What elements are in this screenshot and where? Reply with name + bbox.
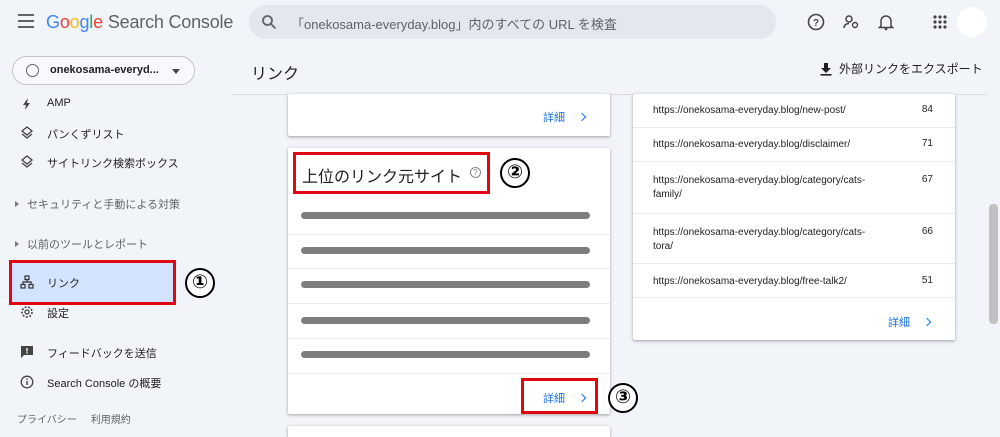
redacted-site-row[interactable] bbox=[301, 281, 590, 288]
table-row[interactable]: https://onekosama-everyday.blog/disclaim… bbox=[633, 128, 955, 162]
redacted-site-row[interactable] bbox=[301, 351, 590, 358]
link-count: 67 bbox=[921, 174, 933, 185]
property-name: onekosama-everyd... bbox=[50, 64, 159, 76]
info-icon bbox=[20, 375, 34, 389]
top-linked-pages-card-partial: 詳細 bbox=[288, 94, 610, 136]
sidebar-section-security[interactable]: セキュリティと手動による対策 bbox=[15, 196, 180, 212]
sidebar-item-label: Search Console の概要 bbox=[47, 378, 162, 390]
help-icon[interactable]: ? bbox=[806, 12, 826, 32]
page-title: リンク bbox=[251, 66, 300, 83]
annotation-number-3: ③ bbox=[608, 383, 638, 413]
dropdown-caret-icon bbox=[172, 69, 180, 74]
sidebar-item-settings[interactable]: 設定 bbox=[0, 298, 230, 326]
table-row[interactable]: https://onekosama-everyday.blog/category… bbox=[633, 214, 955, 264]
bolt-icon bbox=[23, 98, 30, 110]
page-scrollbar[interactable] bbox=[987, 94, 1000, 437]
account-avatar[interactable] bbox=[957, 7, 987, 37]
sidebar-item-label: AMP bbox=[47, 97, 71, 109]
row-divider bbox=[288, 338, 610, 339]
redacted-site-row[interactable] bbox=[301, 247, 590, 254]
sidebar-item-label: フィードバックを送信 bbox=[47, 348, 157, 360]
gear-icon bbox=[21, 306, 33, 318]
sidebar-item-about[interactable]: Search Console の概要 bbox=[0, 368, 230, 396]
page-url: https://onekosama-everyday.blog/free-tal… bbox=[653, 276, 847, 287]
top-linked-pages-card: https://onekosama-everyday.blog/new-post… bbox=[633, 94, 955, 340]
globe-icon bbox=[26, 64, 39, 77]
chevron-right-icon bbox=[922, 317, 932, 327]
notifications-icon[interactable] bbox=[876, 12, 896, 32]
sidebar-item-label: パンくずリスト bbox=[47, 129, 125, 141]
property-selector[interactable]: onekosama-everyd... bbox=[12, 56, 195, 85]
diamond-layers-icon bbox=[20, 155, 34, 168]
highlight-title-box bbox=[293, 152, 490, 194]
top-app-bar: Google Search Console 「onekosama-everyday… bbox=[0, 0, 1000, 44]
privacy-link[interactable]: プライバシー bbox=[17, 415, 77, 426]
highlight-details-box bbox=[521, 378, 598, 414]
table-row[interactable]: https://onekosama-everyday.blog/new-post… bbox=[633, 94, 955, 128]
sidebar-section-legacy-tools[interactable]: 以前のツールとレポート bbox=[15, 236, 148, 252]
link-count: 84 bbox=[921, 104, 933, 115]
row-divider bbox=[288, 268, 610, 269]
svg-text:?: ? bbox=[813, 18, 819, 29]
next-card-partial bbox=[288, 426, 610, 437]
table-row[interactable]: https://onekosama-everyday.blog/category… bbox=[633, 162, 955, 212]
download-icon bbox=[820, 63, 832, 76]
apps-grid-icon[interactable] bbox=[930, 12, 950, 32]
sidebar-item-sitelinks-searchbox[interactable]: サイトリンク検索ボックス bbox=[0, 148, 230, 176]
footer-links: プライバシー 利用規約 bbox=[17, 411, 145, 426]
expand-arrow-icon bbox=[15, 241, 19, 247]
sidebar-item-feedback[interactable]: フィードバックを送信 bbox=[0, 338, 230, 366]
row-divider bbox=[288, 373, 610, 374]
sidebar-item-label: 設定 bbox=[47, 308, 69, 320]
sidebar-item-amp[interactable]: AMP bbox=[0, 90, 230, 118]
feedback-icon bbox=[21, 346, 33, 358]
export-external-links-button[interactable]: 外部リンクをエクスポート bbox=[819, 60, 983, 77]
link-count: 51 bbox=[921, 275, 933, 286]
details-link[interactable]: 詳細 bbox=[888, 314, 932, 330]
table-row[interactable]: https://onekosama-everyday.blog/free-tal… bbox=[633, 264, 955, 298]
link-count: 71 bbox=[921, 138, 933, 149]
menu-icon[interactable] bbox=[18, 14, 34, 28]
page-url: https://onekosama-everyday.blog/category… bbox=[653, 175, 866, 200]
app-logo[interactable]: Google Search Console bbox=[46, 12, 233, 33]
annotation-number-1: ① bbox=[185, 268, 215, 298]
annotation-number-2: ② bbox=[500, 158, 530, 188]
row-divider bbox=[288, 303, 610, 304]
row-divider bbox=[288, 234, 610, 235]
row-divider bbox=[633, 297, 955, 298]
page-url: https://onekosama-everyday.blog/new-post… bbox=[653, 105, 846, 116]
page-url: https://onekosama-everyday.blog/category… bbox=[653, 227, 866, 252]
redacted-site-row[interactable] bbox=[301, 212, 590, 219]
link-count: 66 bbox=[921, 226, 933, 237]
redacted-site-row[interactable] bbox=[301, 317, 590, 324]
details-link[interactable]: 詳細 bbox=[543, 109, 587, 125]
search-icon bbox=[262, 15, 277, 30]
expand-arrow-icon bbox=[15, 201, 19, 207]
url-inspection-search[interactable]: 「onekosama-everyday.blog」内のすべての URL を検査 bbox=[249, 5, 776, 39]
chevron-right-icon bbox=[577, 112, 587, 122]
manage-users-icon[interactable] bbox=[841, 12, 861, 32]
diamond-layers-icon bbox=[20, 126, 34, 139]
page-url: https://onekosama-everyday.blog/disclaim… bbox=[653, 139, 851, 150]
terms-link[interactable]: 利用規約 bbox=[91, 415, 131, 426]
search-placeholder: 「onekosama-everyday.blog」内のすべての URL を検査 bbox=[291, 17, 617, 32]
scrollbar-thumb[interactable] bbox=[989, 204, 998, 324]
sidebar-item-breadcrumbs[interactable]: パンくずリスト bbox=[0, 119, 230, 147]
product-name: Search Console bbox=[107, 12, 234, 32]
sidebar-item-label: サイトリンク検索ボックス bbox=[47, 158, 179, 170]
